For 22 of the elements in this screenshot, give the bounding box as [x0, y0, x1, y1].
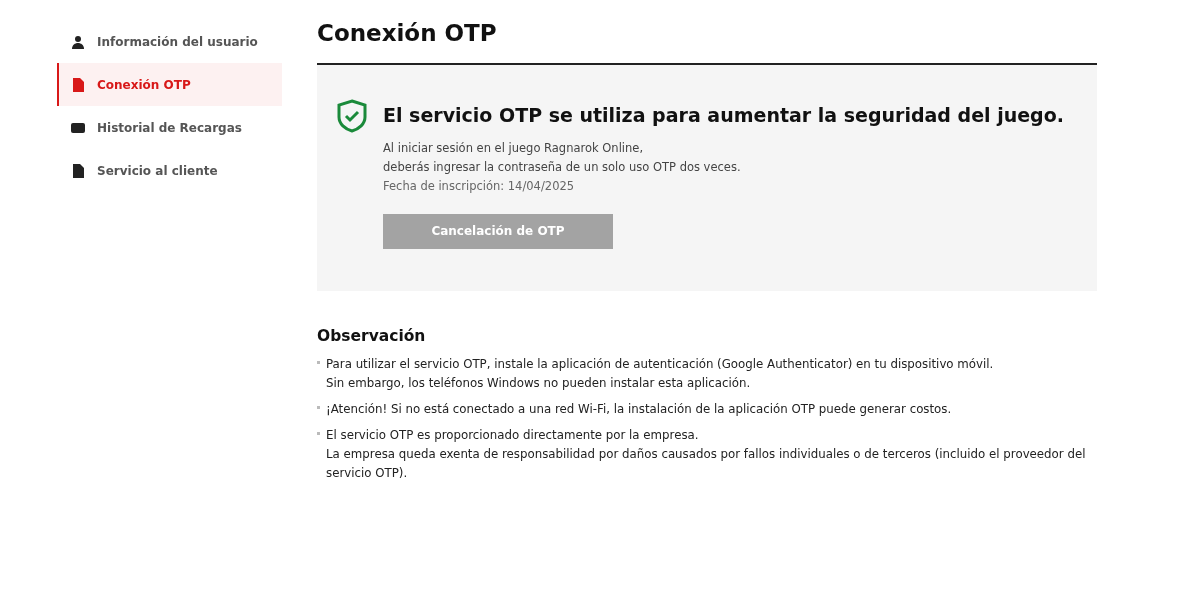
description-text: Al iniciar sesión en el juego Ragnarok Online, — [383, 139, 645, 157]
sidebar-item[interactable]: Conexión OTP — [57, 63, 282, 106]
document-icon — [71, 77, 85, 92]
bullet-icon — [317, 432, 320, 436]
user-icon — [71, 34, 85, 49]
note-text: El servicio OTP es proporcionado directamente por la empresa. — [326, 427, 700, 445]
bullet-icon — [317, 406, 320, 410]
shield-check-icon — [337, 98, 367, 133]
card-icon — [71, 120, 85, 135]
description-text: deberás ingresar la contraseña de un solo uso OTP dos veces. — [383, 158, 742, 176]
sidebar-item[interactable]: Servicio al cliente — [57, 149, 282, 192]
sidebar-item[interactable]: Historial de Recargas — [57, 106, 282, 149]
panel-heading: El servicio OTP se utiliza para aumentar la seguridad del juego. — [383, 104, 1064, 127]
notes-heading: Observación — [317, 326, 427, 346]
bullet-icon — [317, 361, 320, 365]
note-text: ¡Atención! Si no está conectado a una red Wi-Fi, la instalación de la aplicación OTP puede generar costos. — [326, 401, 952, 419]
document-icon — [71, 163, 85, 178]
note-text: Sin embargo, los teléfonos Windows no pueden instalar esta aplicación. — [326, 375, 752, 393]
note-text: Para utilizar el servicio OTP, instale la aplicación de autenticación (Google Authenticator) en tu dispositivo móvil. — [326, 356, 994, 374]
note-text: La empresa queda exenta de responsabilidad por daños causados por fallos individuales o de terceros (incluido el proveedor del servicio OTP). — [326, 446, 1087, 483]
sidebar-item[interactable]: Información del usuario — [57, 20, 282, 63]
registration-date: Fecha de inscripción: 14/04/2025 — [383, 177, 576, 195]
